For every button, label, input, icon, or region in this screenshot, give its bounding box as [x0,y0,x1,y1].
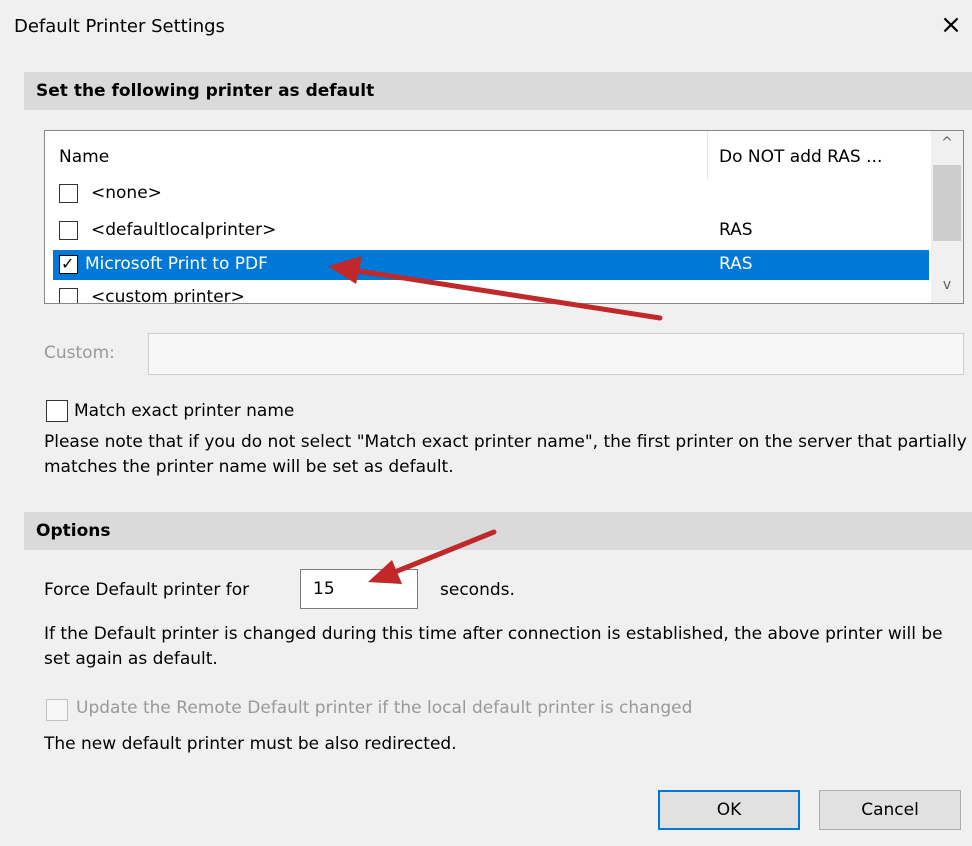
scroll-up-icon[interactable]: ^ [931,135,963,155]
seconds-label: seconds. [440,580,515,600]
printer-name: <none> [91,183,162,203]
force-default-label: Force Default printer for [44,580,250,600]
annotation-arrows [328,256,663,584]
custom-label: Custom: [44,343,115,363]
section-header-printer: Set the following printer as default [24,72,972,110]
printer-ras: RAS [719,220,753,240]
row-checkbox-checked[interactable]: ✓ [59,254,78,274]
check-icon: ✓ [61,254,75,273]
match-exact-note: Please note that if you do not select "M… [44,432,967,477]
row-checkbox[interactable] [59,184,78,203]
list-item-selected[interactable]: ✓ Microsoft Print to PDF RAS [53,250,929,280]
printer-name: <defaultlocalprinter> [91,220,277,240]
cancel-button[interactable]: Cancel [819,790,961,830]
row-checkbox[interactable] [59,221,78,240]
printer-ras: RAS [719,254,753,274]
ok-button[interactable]: OK [658,790,800,830]
custom-printer-input [148,333,964,375]
force-default-note: If the Default printer is changed during… [44,624,943,669]
column-header-ras[interactable]: Do NOT add RAS ... [719,147,882,167]
window-title: Default Printer Settings [14,16,225,37]
scroll-thumb[interactable] [933,165,961,241]
column-divider[interactable] [707,131,708,179]
list-item[interactable]: <defaultlocalprinter> RAS [53,216,929,246]
list-item[interactable]: <none> [53,179,929,209]
scroll-down-icon[interactable]: v [931,277,963,297]
update-remote-note: The new default printer must be also red… [44,734,457,754]
printer-list[interactable]: Name Do NOT add RAS ... <none> <defaultl… [44,130,964,304]
list-item[interactable]: <custom printer> [53,283,929,304]
printer-name: Microsoft Print to PDF [85,254,268,274]
close-icon[interactable]: × [938,10,964,40]
vertical-scrollbar[interactable]: ^ v [931,131,963,303]
column-header-name[interactable]: Name [59,147,109,167]
row-checkbox[interactable] [59,288,78,303]
update-remote-checkbox [46,699,68,721]
update-remote-label: Update the Remote Default printer if the… [76,698,693,718]
section-header-options: Options [24,512,972,550]
match-exact-label[interactable]: Match exact printer name [74,401,294,421]
match-exact-checkbox[interactable] [46,400,68,422]
force-seconds-input[interactable]: 15 [300,569,418,609]
printer-name: <custom printer> [91,287,245,304]
